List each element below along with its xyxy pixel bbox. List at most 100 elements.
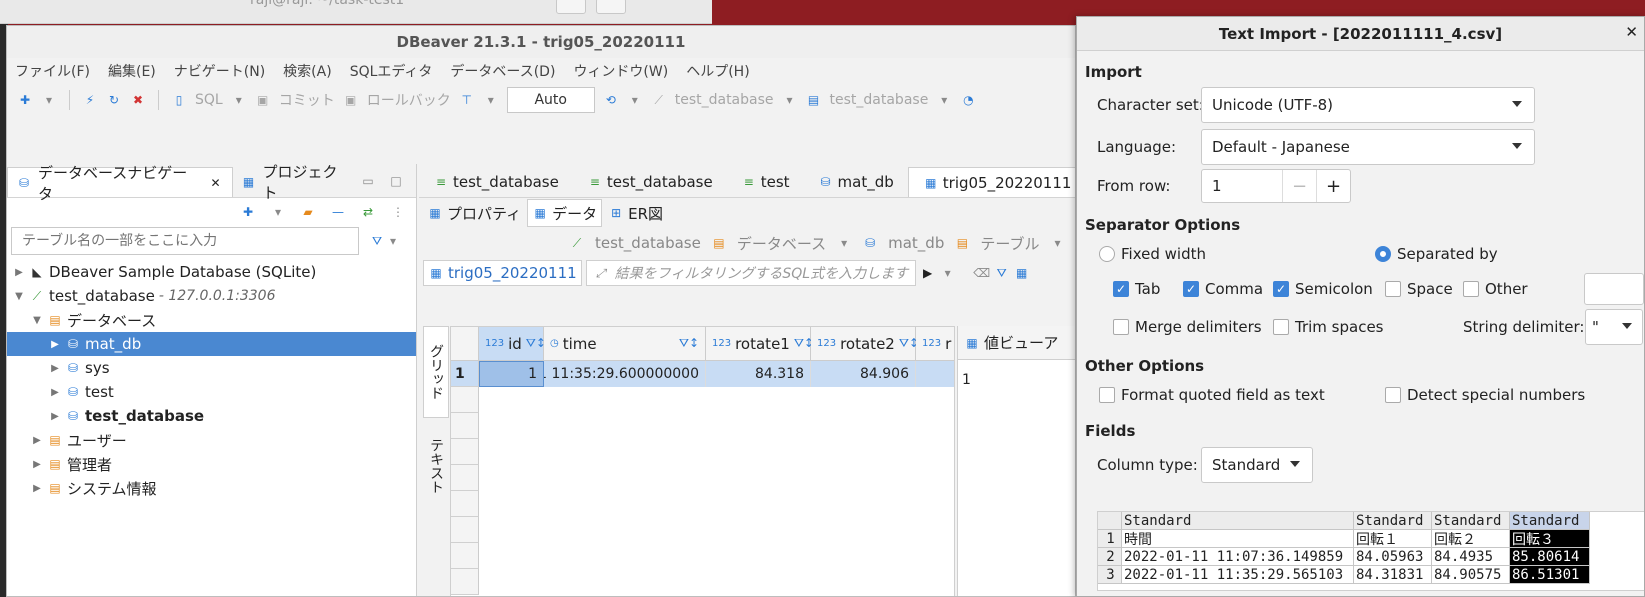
menu-edit[interactable]: 編集(E) bbox=[108, 61, 156, 81]
close-icon[interactable]: ✕ bbox=[208, 175, 224, 191]
eraser-icon[interactable]: ⌫ bbox=[973, 265, 990, 281]
new-folder-icon[interactable]: ▰ bbox=[300, 204, 316, 220]
dropdown-icon[interactable]: ▾ bbox=[483, 92, 499, 108]
tab-grid-view[interactable]: グリッド bbox=[423, 326, 449, 418]
grid-cell-rotate1[interactable]: 84.318 bbox=[706, 361, 811, 387]
expand-icon[interactable]: ▶ bbox=[49, 387, 61, 398]
dropdown-icon[interactable]: ▾ bbox=[41, 92, 57, 108]
active-datasource-selector[interactable]: test_database bbox=[675, 92, 774, 108]
result-table-selector[interactable]: ▦ trig05_20220111 bbox=[423, 260, 582, 286]
maximize-icon[interactable]: □ bbox=[388, 173, 404, 189]
language-select[interactable]: Default - Japanese bbox=[1201, 129, 1535, 165]
tree-item-mat-db[interactable]: ▶ ⛁ mat_db bbox=[7, 332, 416, 356]
dropdown-icon[interactable]: ▾ bbox=[782, 92, 798, 108]
trim-spaces-checkbox[interactable]: Trim spaces bbox=[1273, 318, 1384, 336]
transaction-mode-icon[interactable]: ⊤ bbox=[459, 92, 475, 108]
link-with-editor-icon[interactable]: ⇄ bbox=[360, 204, 376, 220]
history-icon[interactable]: ⟲ bbox=[603, 92, 619, 108]
view-menu-icon[interactable]: ⋮ bbox=[390, 204, 406, 220]
tree-item-users[interactable]: ▶ ▤ ユーザー bbox=[7, 428, 416, 452]
dropdown-icon[interactable]: ▾ bbox=[936, 92, 952, 108]
dropdown-icon[interactable]: ▾ bbox=[627, 92, 643, 108]
row-number[interactable]: 1 bbox=[451, 361, 479, 387]
other-separator-input[interactable] bbox=[1584, 273, 1644, 305]
tab-project[interactable]: ▦ プロジェクト bbox=[233, 163, 361, 202]
preview-column-header[interactable]: Standard bbox=[1354, 512, 1432, 530]
tab-properties[interactable]: ▦ プロパティ bbox=[423, 199, 525, 227]
increment-button[interactable]: + bbox=[1316, 170, 1350, 202]
from-row-stepper[interactable]: 1 − + bbox=[1201, 169, 1351, 203]
commit-button[interactable]: コミット bbox=[279, 90, 335, 110]
decrement-button[interactable]: − bbox=[1282, 170, 1316, 202]
detect-special-numbers-checkbox[interactable]: Detect special numbers bbox=[1385, 386, 1585, 404]
space-checkbox[interactable]: Space bbox=[1385, 280, 1453, 298]
tree-item-test-database-db[interactable]: ▶ ⛁ test_database bbox=[7, 404, 416, 428]
tree-item-test-database[interactable]: ▼ ⟋ test_database - 127.0.0.1:3306 bbox=[7, 284, 416, 308]
filter-settings-icon[interactable]: ▦ bbox=[1014, 265, 1030, 281]
tree-item-sys[interactable]: ▶ ⛁ sys bbox=[7, 356, 416, 380]
column-header-time[interactable]: ◷ time ⛛↕ bbox=[544, 327, 706, 361]
menu-sql-editor[interactable]: SQLエディタ bbox=[350, 61, 433, 81]
new-connection-icon[interactable]: ✚ bbox=[240, 204, 256, 220]
charset-select[interactable]: Unicode (UTF-8) bbox=[1201, 87, 1535, 123]
menu-navigate[interactable]: ナビゲート(N) bbox=[174, 61, 265, 81]
grid-cell-time[interactable]: 1-11 11:35:29.600000000 bbox=[544, 361, 706, 387]
tree-item-sample-db[interactable]: ▶ ◣ DBeaver Sample Database (SQLite) bbox=[7, 260, 416, 284]
merge-delimiters-checkbox[interactable]: Merge delimiters bbox=[1113, 318, 1262, 336]
tree-item-test[interactable]: ▶ ⛁ test bbox=[7, 380, 416, 404]
column-header-rotate2[interactable]: 123 rotate2 ⛛↕ bbox=[811, 327, 919, 361]
dropdown-icon[interactable]: ▾ bbox=[270, 204, 286, 220]
reconnect-icon[interactable]: ↻ bbox=[106, 92, 122, 108]
grid-cell-rotate3[interactable] bbox=[916, 361, 954, 387]
column-header-id[interactable]: 123 id ⛛↕ bbox=[479, 327, 546, 361]
tab-test-database-1[interactable]: ≡ test_database bbox=[419, 167, 573, 197]
semicolon-checkbox[interactable]: ✓ Semicolon bbox=[1273, 280, 1373, 298]
tab-text-view[interactable]: テキスト bbox=[423, 426, 449, 506]
tree-item-admin[interactable]: ▶ ▤ 管理者 bbox=[7, 452, 416, 476]
filter-icon[interactable]: ⛛ bbox=[994, 265, 1010, 281]
collapse-icon[interactable]: ▼ bbox=[31, 315, 43, 326]
collapse-all-icon[interactable]: — bbox=[330, 204, 346, 220]
rollback-button[interactable]: ロールバック bbox=[367, 90, 451, 110]
string-delimiter-select[interactable]: " bbox=[1585, 309, 1643, 345]
value-viewer-content[interactable]: 1 bbox=[958, 360, 1075, 388]
apply-filter-icon[interactable]: ▶ bbox=[920, 265, 936, 281]
tab-test-database-2[interactable]: ≡ test_database bbox=[573, 167, 727, 197]
tree-item-databases-folder[interactable]: ▼ ▤ データベース bbox=[7, 308, 416, 332]
breadcrumb-databases[interactable]: データベース bbox=[737, 233, 826, 254]
comma-checkbox[interactable]: ✓ Comma bbox=[1183, 280, 1263, 298]
separated-by-radio[interactable]: Separated by bbox=[1375, 245, 1498, 263]
menu-help[interactable]: ヘルプ(H) bbox=[686, 61, 749, 81]
from-row-value[interactable]: 1 bbox=[1202, 177, 1282, 195]
active-schema-selector[interactable]: test_database bbox=[830, 92, 929, 108]
fixed-width-radio[interactable]: Fixed width bbox=[1099, 245, 1206, 263]
connect-icon[interactable]: ⚡ bbox=[82, 92, 98, 108]
column-header-rotate1[interactable]: 123 rotate1 ⛛↕ bbox=[706, 327, 814, 361]
collapse-icon[interactable]: ▼ bbox=[13, 291, 25, 302]
filter-icon[interactable]: ⛛ bbox=[369, 233, 385, 249]
menu-search[interactable]: 検索(A) bbox=[283, 61, 332, 81]
menu-window[interactable]: ウィンドウ(W) bbox=[573, 61, 668, 81]
dropdown-icon[interactable]: ▾ bbox=[231, 92, 247, 108]
sql-button[interactable]: SQL bbox=[195, 92, 223, 108]
grid-cell-id[interactable]: 1 bbox=[479, 361, 544, 387]
breadcrumb-database[interactable]: mat_db bbox=[888, 234, 944, 252]
tab-checkbox[interactable]: ✓ Tab bbox=[1113, 280, 1160, 298]
expand-icon[interactable]: ▶ bbox=[31, 459, 43, 470]
expand-icon[interactable]: ▶ bbox=[49, 339, 61, 350]
expand-filter-icon[interactable]: ⤢ bbox=[593, 265, 609, 281]
sql-editor-icon[interactable]: ▯ bbox=[171, 92, 187, 108]
expand-icon[interactable]: ▶ bbox=[31, 483, 43, 494]
sql-filter-input[interactable]: ⤢ 結果をフィルタリングするSQL式を入力します bbox=[585, 260, 916, 286]
dropdown-icon[interactable]: ▾ bbox=[1049, 235, 1065, 251]
breadcrumb-tables[interactable]: テーブル bbox=[980, 233, 1039, 254]
disconnect-icon[interactable]: ✖ bbox=[130, 92, 146, 108]
sort-filter-icon[interactable]: ⛛↕ bbox=[679, 336, 699, 351]
grid-cell-rotate2[interactable]: 84.906 bbox=[811, 361, 916, 387]
expand-icon[interactable]: ▶ bbox=[49, 363, 61, 374]
column-header-rotate3[interactable]: 123 r bbox=[916, 327, 954, 361]
format-quoted-checkbox[interactable]: Format quoted field as text bbox=[1099, 386, 1325, 404]
tab-test[interactable]: ≡ test bbox=[727, 167, 804, 197]
expand-icon[interactable]: ▶ bbox=[31, 435, 43, 446]
tab-trig05-20220111[interactable]: ▦ trig05_20220111 ✕ bbox=[907, 167, 1075, 197]
